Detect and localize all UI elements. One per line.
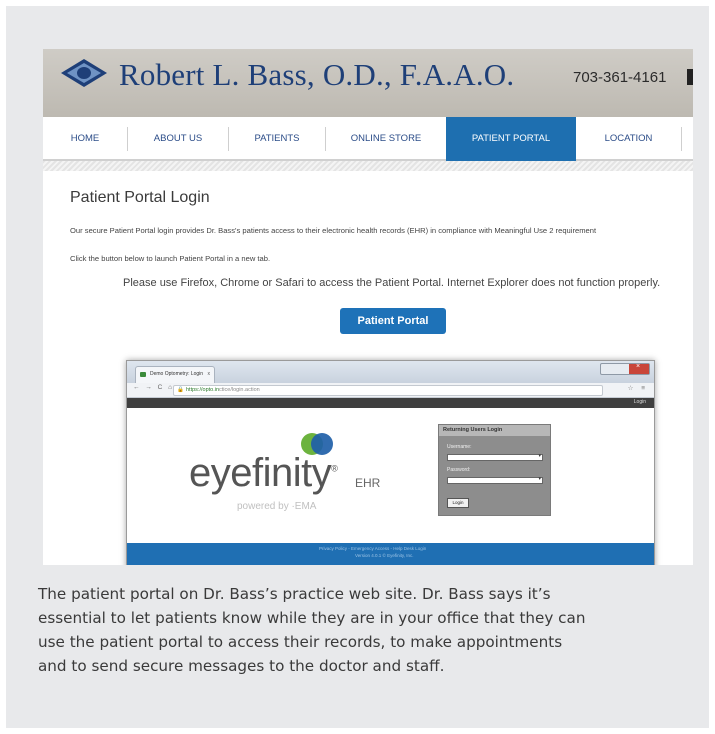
lock-icon: 🔒 [177, 387, 184, 393]
window-close-icon[interactable]: × [629, 363, 649, 374]
site-header: Robert L. Bass, O.D., F.A.A.O. 703-361-4… [43, 49, 693, 117]
tab-close-icon[interactable]: x [208, 367, 211, 382]
nav-item-online-store[interactable]: ONLINE STORE [326, 117, 446, 161]
username-field[interactable]: ▾ [447, 453, 543, 461]
app-top-bar: Login [127, 398, 654, 408]
nav-item-about-us[interactable]: ABOUT US [128, 117, 228, 161]
footer-links[interactable]: Privacy Policy - Emergency Access - Help… [319, 546, 426, 551]
main-nav: HOME ABOUT US PATIENTS ONLINE STORE PATI… [43, 117, 693, 161]
eye-diamond-logo-icon [61, 59, 107, 87]
browser-compat-note: Please use Firefox, Chrome or Safari to … [123, 277, 661, 289]
browser-tab[interactable]: Demo Optometry: Login x [135, 366, 215, 383]
window-controls: × [600, 363, 650, 375]
browser-toolbar: ← → C ⌂ 🔒 https://opto.inctice/login.act… [127, 383, 654, 398]
tab-favicon-icon [140, 372, 146, 377]
trademark-mark: ® [331, 463, 338, 474]
footer-version: Version 4.0.1 © Eyefinity, Inc. [355, 553, 414, 558]
site-phone: 703-361-4161 [573, 69, 667, 86]
password-label: Password: [447, 467, 471, 473]
nav-item-location[interactable]: LOCATION [576, 117, 681, 161]
portal-instruction: Click the button below to launch Patient… [70, 254, 271, 263]
username-label: Username: [447, 444, 472, 450]
url-suffix: ctice/login.action [219, 387, 260, 393]
powered-by-text: powered by ·EMA [237, 501, 317, 512]
nav-divider [681, 127, 682, 151]
caption-line: essential to let patients know while the… [38, 609, 586, 627]
browser-nav-icons[interactable]: ← → C ⌂ [133, 384, 174, 391]
eyefinity-wordmark: eyefinity® [189, 451, 338, 496]
login-panel: Returning Users Login Username: ▾ Passwo… [438, 424, 551, 516]
dropdown-arrow-icon: ▾ [538, 453, 541, 459]
eyefinity-word: eyefinity [189, 451, 332, 495]
address-bar[interactable]: 🔒 https://opto.inctice/login.action [173, 385, 603, 396]
nav-item-patient-portal[interactable]: PATIENT PORTAL [446, 117, 576, 161]
figure-caption: The patient portal on Dr. Bass’s practic… [38, 582, 690, 678]
article-sidebar-panel: Robert L. Bass, O.D., F.A.A.O. 703-361-4… [6, 6, 709, 728]
header-decor-bar [687, 69, 693, 85]
embedded-browser-window: Demo Optometry: Login x × ← → C ⌂ 🔒 http… [126, 360, 655, 565]
page-title: Patient Portal Login [70, 189, 210, 206]
patient-portal-button[interactable]: Patient Portal [340, 308, 446, 334]
app-login-link[interactable]: Login [634, 399, 646, 405]
app-footer: Privacy Policy - Emergency Access - Help… [127, 543, 654, 565]
password-field[interactable]: ▾ [447, 476, 543, 484]
site-title[interactable]: Robert L. Bass, O.D., F.A.A.O. [119, 57, 514, 93]
login-heading: Returning Users Login [439, 425, 550, 436]
caption-line: and to send secure messages to the docto… [38, 657, 445, 675]
login-button[interactable]: Login [447, 498, 469, 508]
decor-stripe [43, 161, 693, 171]
caption-line: use the patient portal to access their r… [38, 633, 563, 651]
bookmark-menu-icons[interactable]: ☆ ≡ [628, 384, 648, 392]
website-screenshot: Robert L. Bass, O.D., F.A.A.O. 703-361-4… [43, 49, 693, 565]
caption-line: The patient portal on Dr. Bass’s practic… [38, 585, 551, 603]
url-prefix: https://opto.in [186, 387, 220, 393]
portal-description: Our secure Patient Portal login provides… [70, 226, 597, 235]
tab-title: Demo Optometry: Login [150, 371, 204, 377]
ehr-label: EHR [355, 476, 381, 490]
nav-item-patients[interactable]: PATIENTS [229, 117, 325, 161]
dropdown-arrow-icon: ▾ [538, 476, 541, 482]
browser-titlebar: Demo Optometry: Login x × [127, 361, 654, 383]
nav-item-home[interactable]: HOME [43, 117, 127, 161]
